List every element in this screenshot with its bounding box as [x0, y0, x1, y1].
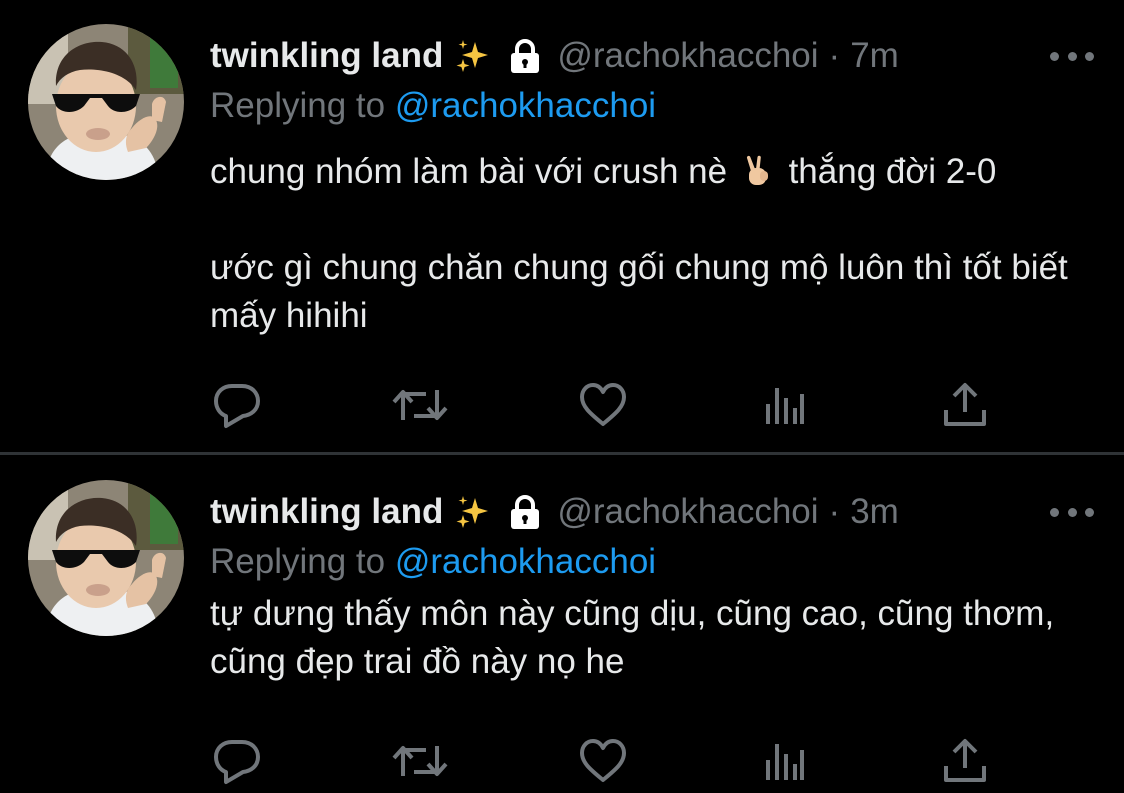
tweet-paragraph: ước gì chung chăn chung gối chung mộ luô… — [210, 248, 1068, 335]
tweet-paragraph: chung nhóm làm bài với crush nè thắng đờ… — [210, 148, 1094, 196]
tweet-paragraph: tự dưng thấy môn này cũng dịu, cũng cao,… — [210, 594, 1055, 681]
replying-to: Replying to @rachokhacchoi — [210, 540, 1094, 584]
reply-button[interactable] — [212, 380, 262, 430]
like-button[interactable] — [578, 380, 628, 430]
display-name[interactable]: twinkling land — [210, 34, 443, 78]
replying-to-label: Replying to — [210, 542, 386, 581]
tweet-actions — [212, 380, 992, 430]
tweet-text: tự dưng thấy môn này cũng dịu, cũng cao,… — [210, 590, 1094, 686]
views-button[interactable] — [760, 736, 810, 786]
user-handle[interactable]: @rachokhacchoi — [557, 34, 818, 78]
tweet-text: chung nhóm làm bài với crush nè thắng đờ… — [210, 148, 1094, 340]
tweet-text-segment: chung nhóm làm bài với crush nè — [210, 152, 728, 191]
separator-dot: · — [828, 492, 841, 531]
tweet[interactable]: twinkling land @rachokhacchoi · 7m Reply… — [0, 0, 1124, 452]
replying-to-handle[interactable]: @rachokhacchoi — [395, 542, 656, 581]
tweet-actions — [212, 736, 992, 786]
divider — [0, 452, 1124, 455]
share-button[interactable] — [940, 736, 990, 786]
avatar[interactable] — [28, 24, 184, 180]
tweet-text-segment: thắng đời 2-0 — [788, 152, 997, 191]
views-icon — [760, 736, 810, 786]
more-icon[interactable] — [1050, 494, 1094, 530]
sparkles-icon — [455, 39, 489, 73]
like-button[interactable] — [578, 736, 628, 786]
retweet-button[interactable] — [390, 736, 440, 786]
avatar[interactable] — [28, 480, 184, 636]
tweet-header: twinkling land @rachokhacchoi · 3m — [210, 490, 1094, 534]
more-dot — [1050, 51, 1059, 61]
like-icon — [578, 380, 628, 430]
tweet-header: twinkling land @rachokhacchoi · 7m — [210, 34, 1094, 78]
tweet[interactable]: twinkling land @rachokhacchoi · 3m Reply… — [0, 456, 1124, 793]
more-icon[interactable] — [1050, 38, 1094, 74]
retweet-button[interactable] — [390, 380, 440, 430]
views-icon — [760, 380, 810, 430]
share-icon — [940, 380, 990, 430]
more-dot — [1085, 507, 1094, 517]
user-handle[interactable]: @rachokhacchoi — [557, 490, 818, 534]
reply-icon — [212, 736, 262, 786]
display-name[interactable]: twinkling land — [210, 490, 443, 534]
sparkles-icon — [455, 495, 489, 529]
more-dot — [1067, 51, 1077, 61]
more-dot — [1067, 507, 1077, 517]
reply-icon — [212, 380, 262, 430]
timestamp[interactable]: 3m — [850, 490, 899, 534]
victory-hand-icon — [741, 155, 775, 189]
more-dot — [1085, 51, 1094, 61]
share-icon — [940, 736, 990, 786]
retweet-icon — [390, 380, 450, 430]
timestamp[interactable]: 7m — [850, 34, 899, 78]
views-button[interactable] — [760, 380, 810, 430]
share-button[interactable] — [940, 380, 990, 430]
reply-button[interactable] — [212, 736, 262, 786]
avatar-image — [28, 24, 184, 180]
separator-dot: · — [828, 36, 841, 75]
replying-to-handle[interactable]: @rachokhacchoi — [395, 86, 656, 125]
replying-to-label: Replying to — [210, 86, 386, 125]
lock-icon — [507, 494, 543, 530]
tweet-content: twinkling land @rachokhacchoi · 3m Reply… — [210, 490, 1094, 686]
retweet-icon — [390, 736, 450, 786]
lock-icon — [507, 38, 543, 74]
avatar-image — [28, 480, 184, 636]
replying-to: Replying to @rachokhacchoi — [210, 84, 1094, 128]
like-icon — [578, 736, 628, 786]
more-dot — [1050, 507, 1059, 517]
tweet-content: twinkling land @rachokhacchoi · 7m Reply… — [210, 34, 1094, 340]
